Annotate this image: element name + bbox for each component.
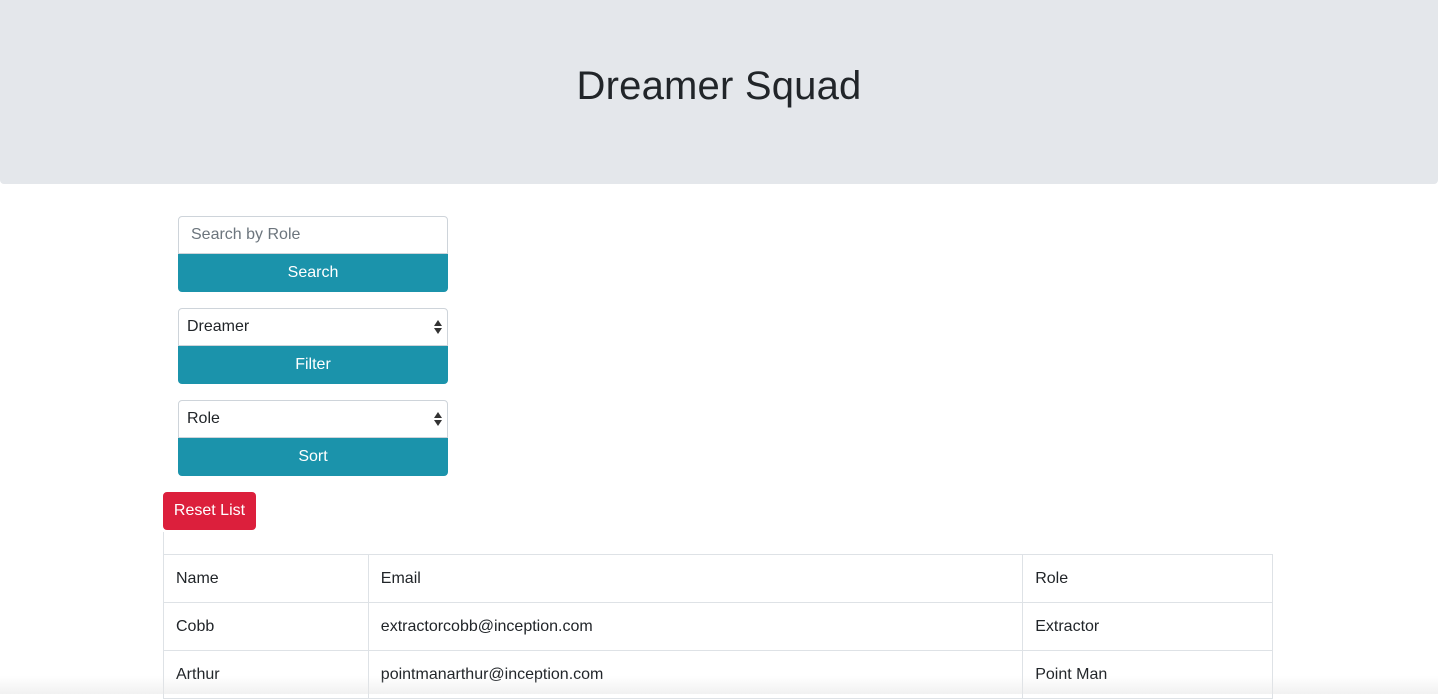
search-input[interactable] <box>178 216 448 254</box>
search-control: Search <box>178 216 448 292</box>
squad-table: Name Email Role Cobb extractorcobb@incep… <box>163 554 1273 699</box>
filter-select-value: Dreamer <box>187 318 250 335</box>
updown-arrows-icon <box>434 412 442 426</box>
updown-arrows-icon <box>434 320 442 334</box>
cell-role: Point Man <box>1022 650 1273 699</box>
sort-control: Role Sort <box>178 400 448 476</box>
table-header-row: Name Email Role <box>163 554 1273 603</box>
table-row: Cobb extractorcobb@inception.com Extract… <box>163 602 1273 651</box>
page-title: Dreamer Squad <box>576 64 862 108</box>
header-banner: Dreamer Squad <box>0 0 1438 184</box>
table-row: Arthur pointmanarthur@inception.com Poin… <box>163 650 1273 699</box>
filter-button[interactable]: Filter <box>178 346 448 384</box>
cell-role: Extractor <box>1022 602 1273 651</box>
cell-email: pointmanarthur@inception.com <box>367 650 1024 699</box>
search-button[interactable]: Search <box>178 254 448 292</box>
sort-select-value: Role <box>187 410 220 427</box>
cell-email: extractorcobb@inception.com <box>367 602 1024 651</box>
cell-name: Cobb <box>163 602 369 651</box>
sort-button[interactable]: Sort <box>178 438 448 476</box>
column-header-email: Email <box>367 554 1024 603</box>
column-header-name: Name <box>163 554 369 603</box>
column-header-role: Role <box>1022 554 1273 603</box>
filter-select[interactable]: Dreamer <box>178 308 448 346</box>
divider <box>163 532 164 554</box>
filter-control: Dreamer Filter <box>178 308 448 384</box>
sort-select[interactable]: Role <box>178 400 448 438</box>
reset-list-button[interactable]: Reset List <box>163 492 256 530</box>
cell-name: Arthur <box>163 650 369 699</box>
